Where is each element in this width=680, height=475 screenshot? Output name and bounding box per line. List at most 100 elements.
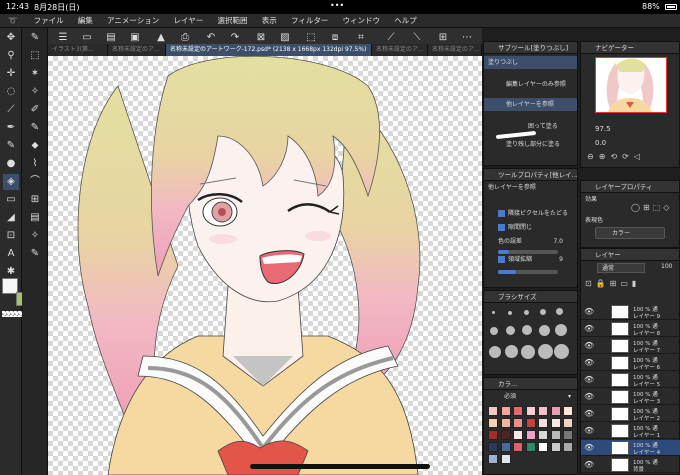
eye-icon[interactable]: 👁 — [584, 409, 594, 418]
stamp-icon[interactable]: ✎ — [27, 246, 43, 262]
subtool-close-gap-fill[interactable]: 塗り残し部分に塗る — [484, 138, 577, 151]
lasso-icon[interactable]: ◌ — [3, 84, 19, 100]
subtool-fill[interactable]: 塗りつぶし — [484, 56, 577, 69]
toolprop-adjacent[interactable]: 隣接ピクセルをたどる — [484, 207, 577, 220]
color-swatch[interactable] — [550, 418, 561, 428]
zoom-icon[interactable]: ⚲ — [3, 48, 19, 64]
layer-row[interactable]: 👁 100 % 通レイヤー 2 — [581, 406, 680, 422]
gradient-icon[interactable]: ▭ — [3, 192, 19, 208]
export-icon[interactable]: ▲ — [154, 31, 168, 45]
brush-size-3[interactable] — [524, 310, 529, 315]
more-icon[interactable]: ⋯ — [460, 31, 474, 45]
subtool-refer-other-layers[interactable]: 他レイヤーを参照 — [484, 98, 577, 111]
brush-icon[interactable]: ✎ — [3, 138, 19, 154]
eye-icon[interactable]: 👁 — [584, 392, 594, 401]
color-swatch[interactable] — [513, 406, 523, 416]
layer-row[interactable]: 👁 100 % 通レイヤー 5 — [581, 372, 680, 388]
toolprop-close-gap[interactable]: 隙間閉じ — [484, 221, 577, 234]
navigator-preview[interactable] — [595, 57, 667, 113]
brush-size-6[interactable] — [490, 327, 498, 335]
correct-line-icon[interactable]: ⌒ — [27, 174, 43, 190]
color-set-select[interactable]: 必須 ▾ — [484, 390, 577, 403]
layer-row[interactable]: 👁 100 % 通レイヤー 3 — [581, 389, 680, 405]
eye-icon[interactable]: 👁 — [584, 443, 594, 452]
color-swatch[interactable] — [550, 430, 561, 440]
color-swatch[interactable] — [538, 430, 548, 440]
menu-help[interactable]: ヘルプ — [388, 14, 423, 28]
layer-row[interactable]: 👁 100 % 通背景 — [581, 457, 680, 473]
eye-icon[interactable]: 👁 — [584, 426, 594, 435]
navigator-angle[interactable]: 0.0 — [595, 139, 606, 147]
color-swatch[interactable] — [525, 418, 536, 428]
layer-row[interactable]: 👁 100 % 通レイヤー 8 — [581, 321, 680, 337]
toolprop-tolerance[interactable]: 色の誤差 7.0 — [484, 235, 577, 248]
toolprop-area-scaling[interactable]: 領域拡縮 9 — [484, 253, 577, 266]
eye-icon[interactable]: 👁 — [584, 358, 594, 367]
menu-filter[interactable]: フィルター — [285, 14, 334, 28]
brush-size-14[interactable] — [538, 344, 553, 359]
layer-opacity-value[interactable]: 100 — [661, 263, 672, 270]
brush-size-9[interactable] — [539, 325, 550, 336]
area-scaling-checkbox[interactable] — [498, 256, 505, 263]
effect-icons[interactable]: ◯⊞⬚◇ — [631, 203, 672, 212]
brush-size-13[interactable] — [521, 345, 535, 359]
color-swatch[interactable] — [538, 406, 548, 416]
text-icon[interactable]: A — [3, 246, 19, 262]
color-swatch[interactable] — [525, 406, 536, 416]
color-swatch[interactable] — [550, 406, 561, 416]
redo-icon[interactable]: ↷ — [228, 31, 242, 45]
pen-tool-icon[interactable]: ✎ — [27, 30, 43, 46]
brush-size-15[interactable] — [554, 344, 569, 359]
area-scaling-slider[interactable] — [498, 270, 558, 274]
invert-selection-icon[interactable]: ⧈ — [328, 31, 342, 45]
menu-layer[interactable]: レイヤー — [167, 14, 209, 28]
color-swatch[interactable] — [563, 442, 573, 452]
layer-row[interactable]: 👁 100 % 通レイヤー 6 — [581, 355, 680, 371]
color-swatch[interactable] — [513, 418, 523, 428]
navigator-zoom[interactable]: 97.5 — [595, 125, 611, 133]
open-icon[interactable]: ▤ — [104, 31, 118, 45]
subtool-edit-layer-only[interactable]: 編集レイヤーのみ参照 — [484, 78, 577, 91]
close-gap-checkbox[interactable] — [498, 224, 505, 231]
tab-doc-5[interactable]: 名称未設定のア... — [428, 44, 482, 56]
color-swatch[interactable] — [513, 430, 523, 440]
drawing-canvas[interactable] — [48, 56, 482, 475]
eyedropper-icon[interactable]: ⟋ — [3, 102, 19, 118]
select-rect-icon[interactable]: ⬚ — [27, 48, 43, 64]
color-swatch[interactable] — [500, 430, 511, 440]
eraser-icon[interactable]: ⬥ — [27, 138, 43, 154]
color-swatch[interactable] — [488, 430, 498, 440]
3d-icon[interactable]: ✧ — [27, 228, 43, 244]
brush-size-10[interactable] — [555, 324, 567, 336]
menu-edit[interactable]: 編集 — [72, 14, 99, 28]
hamburger-icon[interactable]: ☰ — [56, 31, 70, 45]
color-swatch[interactable] — [525, 430, 536, 440]
frame-icon[interactable]: ⊞ — [27, 192, 43, 208]
color-swatch[interactable] — [513, 442, 523, 452]
menu-window[interactable]: ウィンドウ — [337, 14, 387, 28]
color-swatch[interactable] — [500, 406, 511, 416]
airbrush-icon[interactable]: ✧ — [27, 84, 43, 100]
color-swatch[interactable] — [488, 442, 498, 452]
move-layer-icon[interactable]: ✛ — [3, 66, 19, 82]
operation-icon[interactable]: ⌇ — [27, 156, 43, 172]
eye-icon[interactable]: 👁 — [584, 307, 594, 316]
color-swatch[interactable] — [550, 442, 561, 452]
layer-row[interactable]: 👁 100 % 通レイヤー 1 — [581, 423, 680, 439]
figure-icon[interactable]: ◢ — [3, 210, 19, 226]
grid-snap-icon[interactable]: ⊞ — [436, 31, 450, 45]
brush-size-12[interactable] — [505, 345, 518, 358]
color-swatch[interactable] — [500, 442, 511, 452]
layer-row[interactable]: 👁 100 % 通レイヤー 4 — [581, 440, 680, 456]
color-swatch[interactable] — [563, 418, 573, 428]
multitask-dots[interactable]: ••• — [330, 1, 344, 10]
color-swatch[interactable] — [500, 454, 511, 464]
pencil-icon[interactable]: ✐ — [27, 102, 43, 118]
special-ruler-snap-icon[interactable]: ⟍ — [410, 31, 424, 45]
color-swatch[interactable] — [538, 442, 548, 452]
layer-toolbar-icons[interactable]: ⊡🔒⊞▭▮ — [585, 279, 640, 288]
menu-selection[interactable]: 選択範囲 — [212, 14, 254, 28]
color-swatch[interactable] — [538, 418, 548, 428]
ruler-icon[interactable]: ⊡ — [3, 228, 19, 244]
color-swatch[interactable] — [488, 454, 498, 464]
